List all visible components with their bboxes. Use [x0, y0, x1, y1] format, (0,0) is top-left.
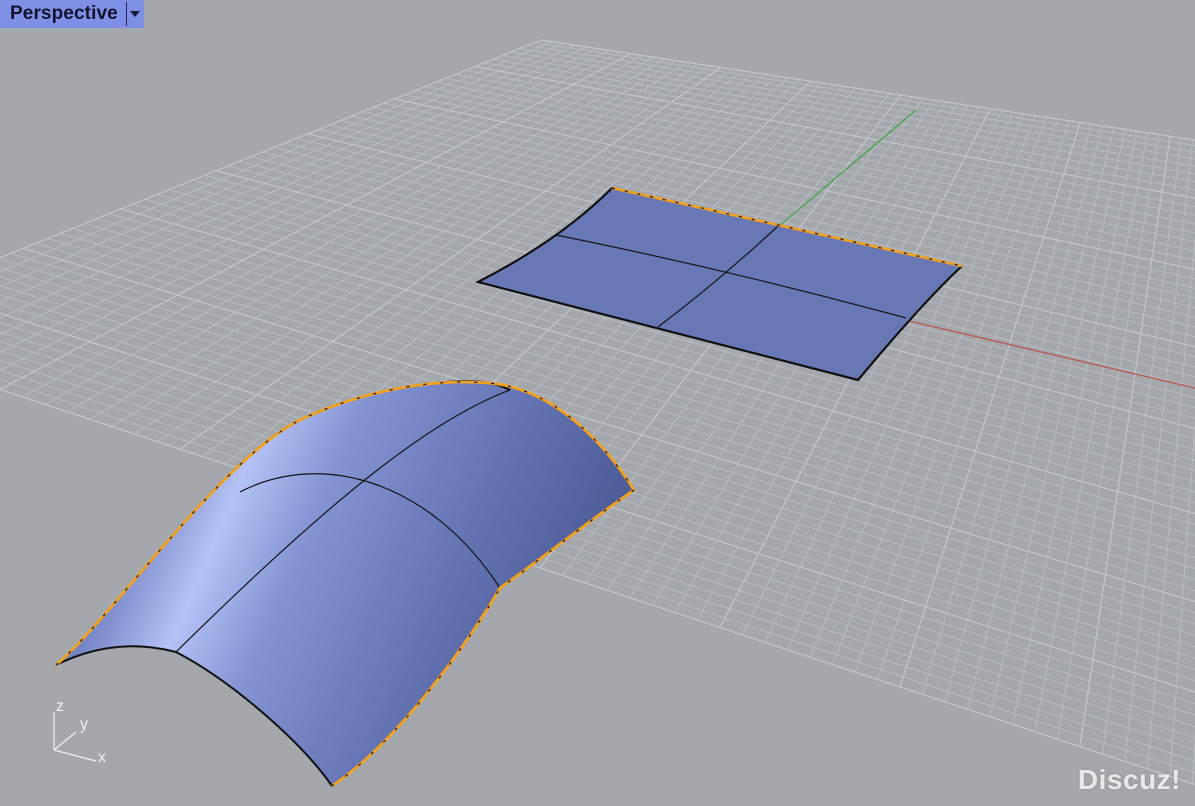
- chevron-down-icon: [129, 11, 140, 17]
- perspective-viewport[interactable]: Perspective z y x Discuz!: [0, 0, 1195, 806]
- construction-grid: [0, 41, 1195, 784]
- axis-label-y: y: [80, 716, 88, 733]
- axis-label-x: x: [98, 749, 106, 766]
- grid-line: [1124, 139, 1194, 762]
- grid-line: [922, 124, 1092, 695]
- grid-line: [787, 113, 1025, 651]
- viewport-title[interactable]: Perspective: [0, 3, 126, 25]
- grid-line: [540, 39, 1195, 141]
- grid-line: [877, 120, 1070, 680]
- axis-widget: [53, 712, 97, 762]
- viewport-canvas[interactable]: [0, 0, 1195, 806]
- grid-line: [1147, 234, 1195, 769]
- viewport-title-tab[interactable]: Perspective: [0, 0, 144, 28]
- arched-surface[interactable]: [55, 380, 636, 788]
- grid-line: [0, 51, 620, 372]
- grid-line: [989, 129, 1126, 717]
- viewport-menu-button[interactable]: [125, 2, 143, 26]
- axis-label-z: z: [56, 698, 64, 715]
- grid-line: [1169, 417, 1195, 777]
- watermark-logo: Discuz!: [1077, 764, 1181, 795]
- grid-line: [0, 49, 609, 353]
- grid-line: [0, 44, 575, 303]
- grid-line: [967, 127, 1115, 710]
